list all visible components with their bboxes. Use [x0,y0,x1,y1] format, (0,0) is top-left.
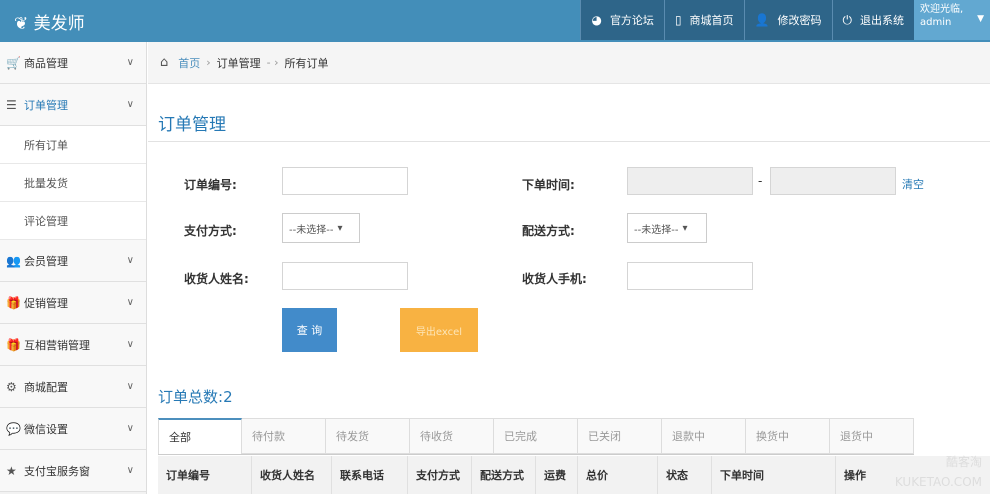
caret-down-icon: ▾ [337,222,343,234]
order-time-label: 下单时间: [522,178,575,192]
phone-label: 收货人手机: [522,272,587,286]
chevron-down-icon: ∨ [126,381,134,392]
user-menu[interactable]: 欢迎光临, admin ▼ [914,0,990,40]
chevron-down-icon: ∨ [126,423,134,434]
col-receiver: 收货人姓名 [252,456,332,494]
chevron-down-icon: ∨ [126,99,134,110]
sidebar-item-config[interactable]: ⚙ 商城配置 ∨ [0,366,146,408]
breadcrumb-current: 所有订单 [284,56,329,70]
breadcrumb-orders: 订单管理 [216,56,261,70]
nav-forum[interactable]: ◕ 官方论坛 [580,0,664,40]
search-button[interactable]: 查 询 [282,308,337,352]
sidebar-item-members[interactable]: 👥 会员管理 ∨ [0,240,146,282]
divider [148,141,990,142]
nav-change-password[interactable]: 👤 修改密码 [743,0,832,40]
tab-all[interactable]: 全部 [158,418,242,454]
tab-exchanging[interactable]: 换货中 [746,418,830,454]
sidebar-item-promotions[interactable]: 🎁 促销管理 ∨ [0,282,146,324]
chevron-down-icon: ∨ [126,57,134,68]
tab-returning[interactable]: 退货中 [830,418,914,454]
sidebar-item-wechat[interactable]: 💬 微信设置 ∨ [0,408,146,450]
sidebar-sub-batch-ship[interactable]: 批量发货 [0,164,146,202]
caret-down-icon: ▾ [682,222,688,234]
cart-icon: 🛒 [6,55,21,70]
orders-table-header: 订单编号 收货人姓名 联系电话 支付方式 配送方式 运费 总价 状态 下单时间 … [158,456,990,494]
order-no-label: 订单编号: [184,178,237,192]
order-status-tabs: 全部 待付款 待发货 待收货 已完成 已关闭 退款中 换货中 退货中 [158,418,914,455]
col-status: 状态 [658,456,712,494]
chevron-down-icon: ∨ [126,339,134,350]
leaf-icon: ❦ [14,14,34,34]
chevron-down-icon: ∨ [126,255,134,266]
logo[interactable]: ❦ 美发师 [14,9,85,34]
tab-closed[interactable]: 已关闭 [578,418,662,454]
delivery-select[interactable]: --未选择-- ▾ [627,213,707,243]
phone-input[interactable] [627,262,753,290]
col-order-no: 订单编号 [158,456,252,494]
chevron-down-icon: ∨ [126,465,134,476]
col-payment: 支付方式 [408,456,472,494]
clear-link[interactable]: 清空 [902,176,924,192]
delivery-label: 配送方式: [522,224,575,238]
mobile-icon: ▯ [674,13,682,27]
user-icon: 👤 [754,13,770,27]
nav-shop-home[interactable]: ▯ 商城首页 [663,0,744,40]
export-button[interactable]: 导出excel [400,308,478,352]
chevron-down-icon: ∨ [126,297,134,308]
caret-down-icon: ▼ [977,14,984,24]
order-time-start-input[interactable] [627,167,753,195]
sidebar-item-mutual-marketing[interactable]: 🎁 互相营销管理 ∨ [0,324,146,366]
top-nav: ◕ 官方论坛 ▯ 商城首页 👤 修改密码 ⏻ 退出系统 欢迎光临, admin ▼ [580,0,990,40]
tab-pending-receipt[interactable]: 待收货 [410,418,494,454]
receiver-label: 收货人姓名: [184,272,249,286]
tab-refunding[interactable]: 退款中 [662,418,746,454]
col-order-time: 下单时间 [712,456,836,494]
col-delivery: 配送方式 [472,456,536,494]
sidebar-item-products[interactable]: 🛒 商品管理 ∨ [0,42,146,84]
power-icon: ⏻ [842,12,853,27]
page-title: 订单管理 [158,115,226,135]
col-phone: 联系电话 [332,456,408,494]
star-icon: ★ [6,463,17,478]
col-total: 总价 [578,456,658,494]
cogs-icon: ⚙ [6,379,17,394]
chat-icon: 💬 [6,421,21,436]
tab-pending-shipment[interactable]: 待发货 [326,418,410,454]
sidebar-item-orders[interactable]: ☰ 订单管理 ∨ [0,84,146,126]
order-time-end-input[interactable] [770,167,896,195]
gift-icon: 🎁 [6,295,21,310]
order-no-input[interactable] [282,167,408,195]
payment-select[interactable]: --未选择-- ▾ [282,213,360,243]
tab-completed[interactable]: 已完成 [494,418,578,454]
receiver-input[interactable] [282,262,408,290]
col-shipping: 运费 [536,456,578,494]
breadcrumb-home[interactable]: 首页 [178,55,200,71]
breadcrumb: ⌂ 首页 › 订单管理 - › 所有订单 [148,42,990,84]
home-icon: ⌂ [160,55,169,70]
tab-pending-payment[interactable]: 待付款 [242,418,326,454]
sidebar: 🛒 商品管理 ∨ ☰ 订单管理 ∨ 所有订单 批量发货 评论管理 👥 会员管理 ∨ 🎁 促销管… [0,42,147,494]
order-total: 订单总数:2 [158,388,233,406]
watermark: 酷客淘 KUKETAO.COM [894,455,982,489]
nav-logout[interactable]: ⏻ 退出系统 [831,0,914,40]
sidebar-item-alipay[interactable]: ★ 支付宝服务窗 ∨ [0,450,146,492]
sidebar-sub-all-orders[interactable]: 所有订单 [0,126,146,164]
top-bar: ❦ 美发师 ◕ 官方论坛 ▯ 商城首页 👤 修改密码 ⏻ 退出系统 欢迎光临, admin… [0,0,990,42]
list-icon: ☰ [6,97,17,112]
sidebar-sub-reviews[interactable]: 评论管理 [0,202,146,240]
gift-icon: 🎁 [6,337,21,352]
globe-icon: ◕ [591,13,602,27]
users-icon: 👥 [6,253,21,268]
payment-label: 支付方式: [184,224,237,238]
